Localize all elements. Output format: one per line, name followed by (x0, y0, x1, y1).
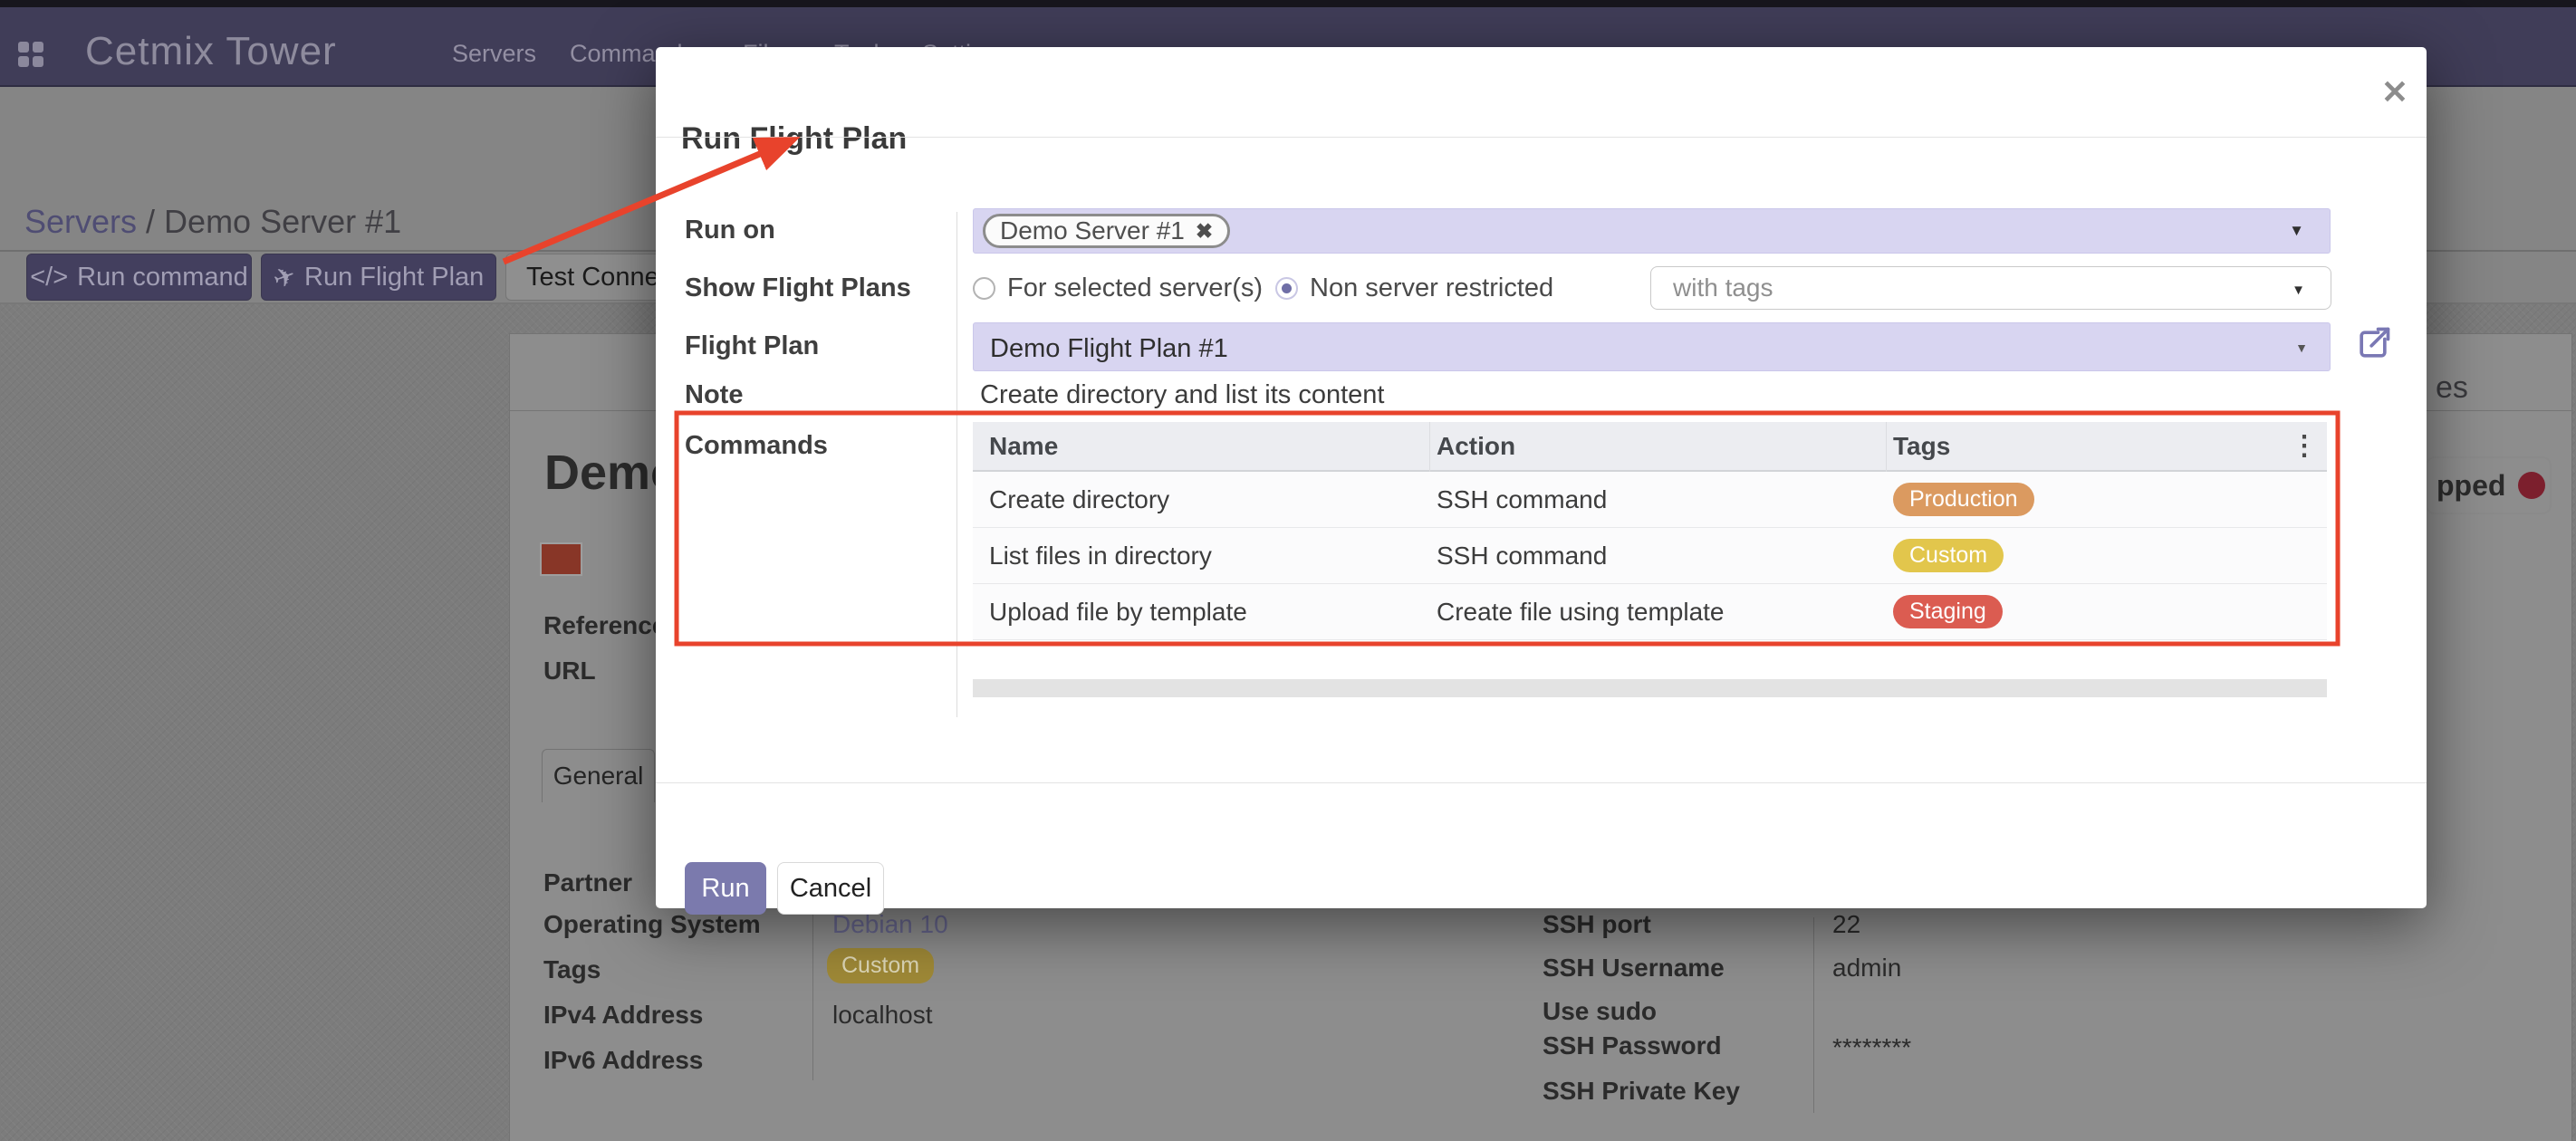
url-label: URL (543, 657, 596, 686)
table-row[interactable]: List files in directory SSH command Cust… (973, 528, 2327, 584)
ipv4-label: IPv4 Address (543, 1001, 703, 1030)
radio-non-server-restricted[interactable] (1275, 277, 1298, 300)
table-row[interactable]: Create directory SSH command Production (973, 472, 2327, 528)
label-field-divider (956, 212, 957, 717)
ssh-port-value: 22 (1832, 910, 1860, 939)
status-text-partial: pped (2437, 469, 2505, 503)
stat-button-partial[interactable]: es (2436, 370, 2468, 406)
run-flight-plan-button[interactable]: ✈ Run Flight Plan (261, 254, 496, 301)
tag-badge: Custom (1893, 539, 2004, 572)
table-row[interactable]: Upload file by template Create file usin… (973, 584, 2327, 640)
breadcrumb-record: Demo Server #1 (164, 203, 401, 240)
ipv4-value: localhost (832, 1001, 933, 1030)
external-link-icon[interactable] (2353, 324, 2393, 364)
ssh-username-value: admin (1832, 954, 1901, 983)
flight-plan-field[interactable]: Demo Flight Plan #1 ▼ (973, 322, 2331, 371)
ssh-private-key-label: SSH Private Key (1543, 1077, 1740, 1106)
commands-label: Commands (685, 431, 828, 461)
test-connection-button[interactable]: Test Conne (505, 254, 674, 301)
partner-label: Partner (543, 868, 632, 897)
app-brand[interactable]: Cetmix Tower (85, 29, 337, 74)
status-stopped-dot (2518, 472, 2545, 499)
nav-item-servers[interactable]: Servers (452, 40, 536, 68)
window-top-strip (0, 0, 2576, 7)
apps-menu-icon[interactable] (13, 36, 49, 72)
note-value: Create directory and list its content (980, 380, 1384, 410)
run-on-label: Run on (685, 216, 775, 245)
close-icon[interactable]: ✕ (2373, 71, 2417, 114)
ipv6-label: IPv6 Address (543, 1046, 703, 1075)
radio-for-selected-servers-label[interactable]: For selected server(s) (1007, 273, 1263, 303)
with-tags-caret-icon: ▼ (2292, 283, 2305, 298)
server-status-button[interactable]: pped (2426, 456, 2552, 514)
run-button[interactable]: Run (685, 862, 766, 915)
dialog-title: Run Flight Plan (681, 121, 907, 157)
dialog-header-divider (656, 137, 2427, 138)
breadcrumb-separator: / (137, 203, 164, 240)
radio-non-server-restricted-label[interactable]: Non server restricted (1310, 273, 1553, 303)
use-sudo-label: Use sudo (1543, 997, 1657, 1026)
code-icon: </> (30, 263, 68, 292)
tab-general[interactable]: General (542, 749, 655, 802)
left-col-divider (812, 906, 813, 1080)
col-header-action[interactable]: Action (1437, 432, 1515, 461)
col-header-name[interactable]: Name (989, 432, 1058, 461)
plane-icon: ✈ (268, 258, 300, 295)
optional-columns-icon[interactable]: ⋮ (2291, 430, 2318, 462)
screen: Cetmix Tower Servers Commands Files Tool… (0, 0, 2576, 1141)
run-on-caret-icon[interactable]: ▼ (2289, 222, 2304, 240)
tags-value-badge[interactable]: Custom (827, 948, 934, 983)
note-label: Note (685, 380, 743, 410)
commands-table-header: Name Action Tags ⋮ (973, 422, 2327, 472)
cancel-button[interactable]: Cancel (777, 862, 884, 915)
ssh-password-label: SSH Password (1543, 1031, 1722, 1060)
server-tag[interactable]: Demo Server #1 ✖ (983, 214, 1230, 248)
tag-badge: Production (1893, 483, 2034, 516)
server-color-swatch[interactable] (540, 542, 582, 576)
flight-plan-caret-icon: ▼ (2295, 340, 2308, 355)
run-on-field[interactable]: Demo Server #1 ✖ ▼ (973, 208, 2331, 254)
col-header-tags[interactable]: Tags (1893, 432, 1950, 461)
radio-for-selected-servers[interactable] (973, 277, 995, 300)
reference-label: Reference (543, 611, 666, 640)
tag-badge: Staging (1893, 595, 2003, 628)
run-command-button[interactable]: </> Run command (26, 254, 252, 301)
ssh-password-value: ******** (1832, 1033, 1911, 1062)
flight-plan-label: Flight Plan (685, 331, 819, 361)
show-flight-plans-label: Show Flight Plans (685, 273, 911, 303)
run-flight-plan-dialog: Run Flight Plan ✕ Run on Demo Server #1 … (656, 47, 2427, 908)
tag-remove-icon[interactable]: ✖ (1196, 219, 1213, 244)
ssh-username-label: SSH Username (1543, 954, 1725, 983)
right-col-divider (1813, 917, 1814, 1113)
breadcrumb: Servers / Demo Server #1 (24, 203, 401, 241)
breadcrumb-servers-link[interactable]: Servers (24, 203, 137, 240)
dialog-footer-divider (656, 782, 2427, 783)
with-tags-select[interactable]: with tags ▼ (1650, 266, 2331, 310)
ssh-port-label: SSH port (1543, 910, 1651, 939)
table-horizontal-scrollbar[interactable] (973, 679, 2327, 697)
tags-label: Tags (543, 955, 601, 984)
